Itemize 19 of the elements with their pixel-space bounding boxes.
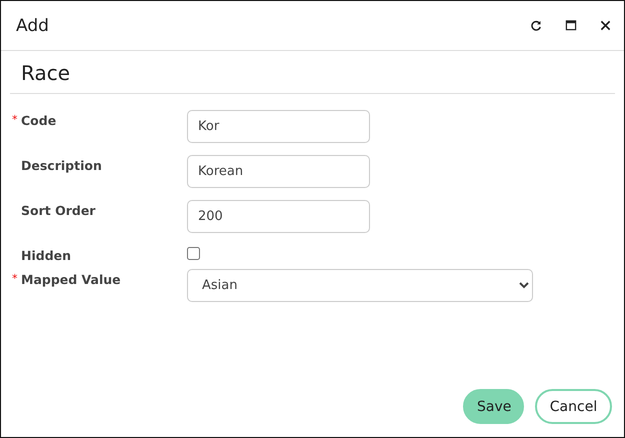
- form-heading: Race: [10, 51, 615, 94]
- field-label: Mapped Value: [21, 272, 121, 287]
- text-field[interactable]: 200: [187, 200, 370, 233]
- close-icon[interactable]: [600, 20, 611, 31]
- checkbox[interactable]: [187, 247, 200, 260]
- save-button[interactable]: Save: [463, 389, 524, 424]
- refresh-icon[interactable]: [530, 20, 542, 32]
- field-label: Code: [21, 113, 56, 128]
- maximize-icon[interactable]: [565, 20, 577, 31]
- field-label: Description: [21, 158, 102, 173]
- text-field[interactable]: Korean: [187, 155, 370, 188]
- field-label: Hidden: [21, 248, 72, 263]
- dropdown[interactable]: Asian: [187, 269, 533, 302]
- required-mark: *: [12, 272, 18, 285]
- cancel-button[interactable]: Cancel: [535, 389, 612, 424]
- field-label: Sort Order: [21, 203, 96, 218]
- window-title: Add: [16, 16, 49, 36]
- required-mark: *: [12, 113, 18, 126]
- text-field[interactable]: Kor: [187, 110, 370, 143]
